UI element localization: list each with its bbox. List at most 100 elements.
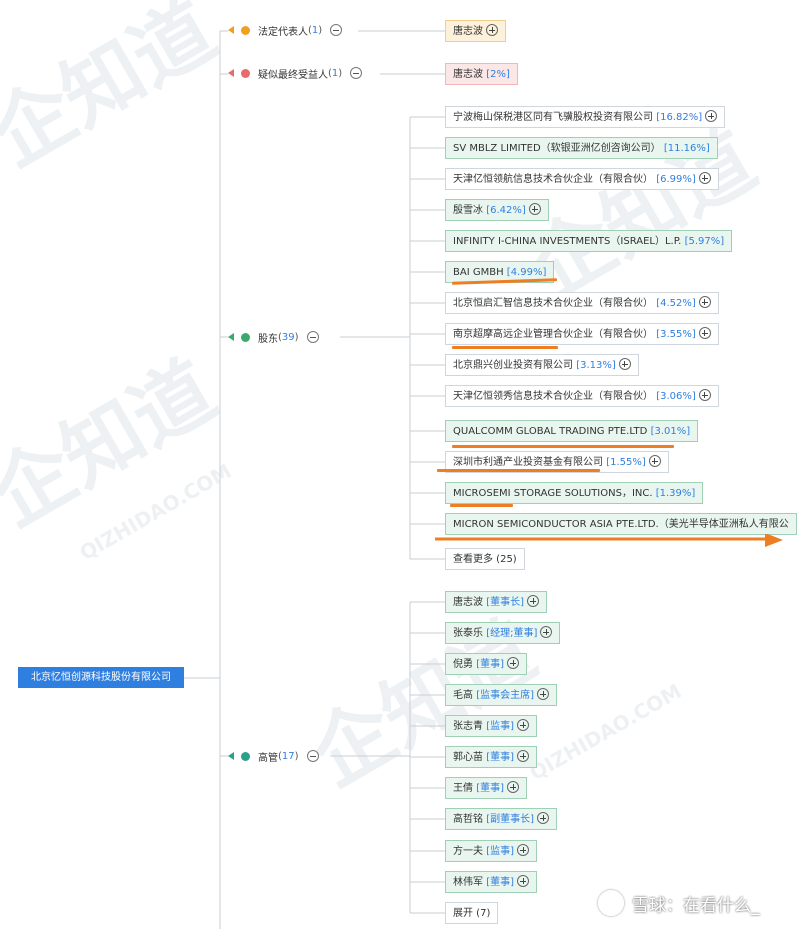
- executive-role: 经理;董事: [490, 628, 534, 639]
- executive-name: 张志青: [453, 721, 483, 732]
- expand-plus-icon[interactable]: [528, 203, 541, 215]
- executive-role: 董事: [490, 752, 511, 763]
- expand-plus-icon[interactable]: [540, 626, 553, 638]
- expand-plus-icon[interactable]: [527, 595, 539, 607]
- shareholder-name: 北京恒启汇智信息技术合伙企业（有限合伙）: [453, 298, 653, 309]
- expand-plus-icon[interactable]: [486, 24, 498, 36]
- shareholder-node[interactable]: 北京恒启汇智信息技术合伙企业（有限合伙） [4.52%]: [445, 292, 719, 314]
- branch-count: 17: [281, 750, 295, 762]
- executive-node[interactable]: 倪勇 [董事]: [445, 653, 527, 675]
- expand-plus-icon[interactable]: [517, 875, 529, 887]
- root-company[interactable]: 北京忆恒创源科技股份有限公司: [18, 667, 184, 688]
- shareholder-node[interactable]: 殷雪冰 [6.42%]: [445, 199, 549, 221]
- collapse-icon[interactable]: [330, 24, 343, 36]
- executives-dot-icon: [241, 751, 250, 761]
- shareholder-name: 深圳市利通产业投资基金有限公司: [453, 457, 603, 468]
- executive-node[interactable]: 林伟军 [董事]: [445, 871, 537, 893]
- executive-node[interactable]: 张志青 [监事]: [445, 715, 537, 737]
- shareholder-name: 殷雪冰: [453, 205, 483, 216]
- executive-node[interactable]: 郭心苗 [董事]: [445, 746, 537, 768]
- shareholder-node[interactable]: MICRON SEMICONDUCTOR ASIA PTE.LTD.（美光半导体…: [445, 513, 797, 535]
- shareholder-node[interactable]: 宁波梅山保税港区同有飞骥股权投资有限公司 [16.82%]: [445, 106, 726, 128]
- branch-executives[interactable]: 高管(17): [228, 748, 319, 764]
- share-percent: 4.99%: [510, 267, 543, 278]
- shareholder-node[interactable]: MICROSEMI STORAGE SOLUTIONS，INC. [1.39%]: [445, 482, 704, 504]
- shareholder-name: 天津亿恒领航信息技术合伙企业（有限合伙）: [453, 174, 653, 185]
- shareholders-dot-icon: [241, 332, 250, 342]
- share-percent: 1.39%: [659, 488, 692, 499]
- shareholder-node[interactable]: 天津亿恒领航信息技术合伙企业（有限合伙） [6.99%]: [445, 168, 719, 190]
- expand-plus-icon[interactable]: [618, 358, 631, 370]
- branch-label: 疑似最终受益人: [258, 69, 328, 81]
- executive-name: 倪勇: [453, 659, 473, 670]
- branch-legal-rep[interactable]: 法定代表人(1): [228, 22, 343, 38]
- expand-plus-icon[interactable]: [698, 296, 711, 308]
- expand-plus-icon[interactable]: [705, 110, 718, 122]
- collapse-icon[interactable]: [306, 331, 319, 343]
- executive-role: 董事长: [490, 597, 521, 608]
- executive-name: 王倩: [453, 783, 473, 794]
- snowball-logo-icon: [598, 890, 624, 916]
- collapse-arrow-icon[interactable]: [228, 69, 234, 77]
- shareholder-node[interactable]: 南京超摩高远企业管理合伙企业（有限合伙） [3.55%]: [445, 323, 719, 345]
- branch-label: 法定代表人: [258, 26, 308, 38]
- expand-plus-icon[interactable]: [507, 781, 519, 793]
- share-percent: 4.52%: [660, 298, 692, 309]
- collapse-icon[interactable]: [306, 750, 319, 762]
- expand-plus-icon[interactable]: [537, 812, 549, 824]
- share-percent: 3.13%: [580, 360, 612, 371]
- executive-node[interactable]: 唐志波 [董事长]: [445, 591, 547, 613]
- xueqiu-watermark: 雪球：在看什么_: [598, 890, 760, 916]
- expand-plus-icon[interactable]: [507, 657, 519, 669]
- shareholder-name: 宁波梅山保税港区同有飞骥股权投资有限公司: [453, 112, 653, 123]
- expand-plus-icon[interactable]: [517, 719, 529, 731]
- legal-rep-node[interactable]: 唐志波: [445, 20, 506, 42]
- shareholder-node[interactable]: QUALCOMM GLOBAL TRADING PTE.LTD [3.01%]: [445, 420, 699, 442]
- shareholder-name: SV MBLZ LIMITED（软银亚洲亿创咨询公司）: [453, 143, 661, 154]
- executive-node[interactable]: 方一夫 [监事]: [445, 840, 537, 862]
- shareholder-node[interactable]: 天津亿恒领秀信息技术合伙企业（有限合伙） [3.06%]: [445, 385, 719, 407]
- share-percent: 6.99%: [660, 174, 692, 185]
- beneficiary-dot-icon: [241, 68, 250, 78]
- collapse-arrow-icon[interactable]: [228, 333, 234, 341]
- shareholder-name: MICROSEMI STORAGE SOLUTIONS，INC.: [453, 488, 653, 499]
- executive-node[interactable]: 毛高 [监事会主席]: [445, 684, 557, 706]
- share-percent: 2%: [490, 69, 506, 80]
- executive-node[interactable]: 张泰乐 [经理;董事]: [445, 622, 561, 644]
- share-percent: 3.06%: [660, 391, 692, 402]
- annotation-underline: [452, 445, 674, 448]
- shareholder-node[interactable]: SV MBLZ LIMITED（软银亚洲亿创咨询公司） [11.16%]: [445, 137, 718, 159]
- expand-plus-icon[interactable]: [698, 327, 711, 339]
- annotation-underline: [450, 504, 513, 507]
- collapse-icon[interactable]: [350, 67, 363, 79]
- executive-role: 副董事长: [490, 814, 531, 825]
- executive-node[interactable]: 高哲铭 [副董事长]: [445, 808, 557, 830]
- shareholder-name: 天津亿恒领秀信息技术合伙企业（有限合伙）: [453, 391, 653, 402]
- expand-executives-button[interactable]: 展开 (7): [445, 902, 499, 924]
- shareholder-node[interactable]: 北京鼎兴创业投资有限公司 [3.13%]: [445, 354, 639, 376]
- share-percent: 5.97%: [688, 236, 721, 247]
- expand-plus-icon[interactable]: [698, 172, 711, 184]
- collapse-arrow-icon[interactable]: [228, 26, 234, 34]
- executive-name: 方一夫: [453, 846, 483, 857]
- expand-plus-icon[interactable]: [517, 750, 529, 762]
- executive-node[interactable]: 王倩 [董事]: [445, 777, 527, 799]
- expand-plus-icon[interactable]: [537, 688, 549, 700]
- executive-role: 董事: [480, 783, 501, 794]
- expand-plus-icon[interactable]: [648, 455, 661, 467]
- branch-beneficiary[interactable]: 疑似最终受益人(1): [228, 65, 363, 81]
- more-shareholders-button[interactable]: 查看更多 (25): [445, 548, 525, 570]
- person-name: 唐志波: [453, 26, 483, 37]
- beneficiary-node[interactable]: 唐志波 [2%]: [445, 63, 518, 85]
- expand-plus-icon[interactable]: [698, 389, 711, 401]
- share-percent: 3.55%: [660, 329, 692, 340]
- branch-shareholders[interactable]: 股东(39): [228, 329, 319, 345]
- shareholder-node[interactable]: INFINITY I-CHINA INVESTMENTS（ISRAEL）L.P.…: [445, 230, 733, 252]
- share-percent: 16.82%: [660, 112, 699, 123]
- branch-count: 39: [281, 331, 295, 343]
- shareholder-name: 北京鼎兴创业投资有限公司: [453, 360, 573, 371]
- person-name: 唐志波: [453, 69, 483, 80]
- expand-plus-icon[interactable]: [517, 844, 529, 856]
- annotation-underline: [452, 346, 558, 349]
- collapse-arrow-icon[interactable]: [228, 752, 234, 760]
